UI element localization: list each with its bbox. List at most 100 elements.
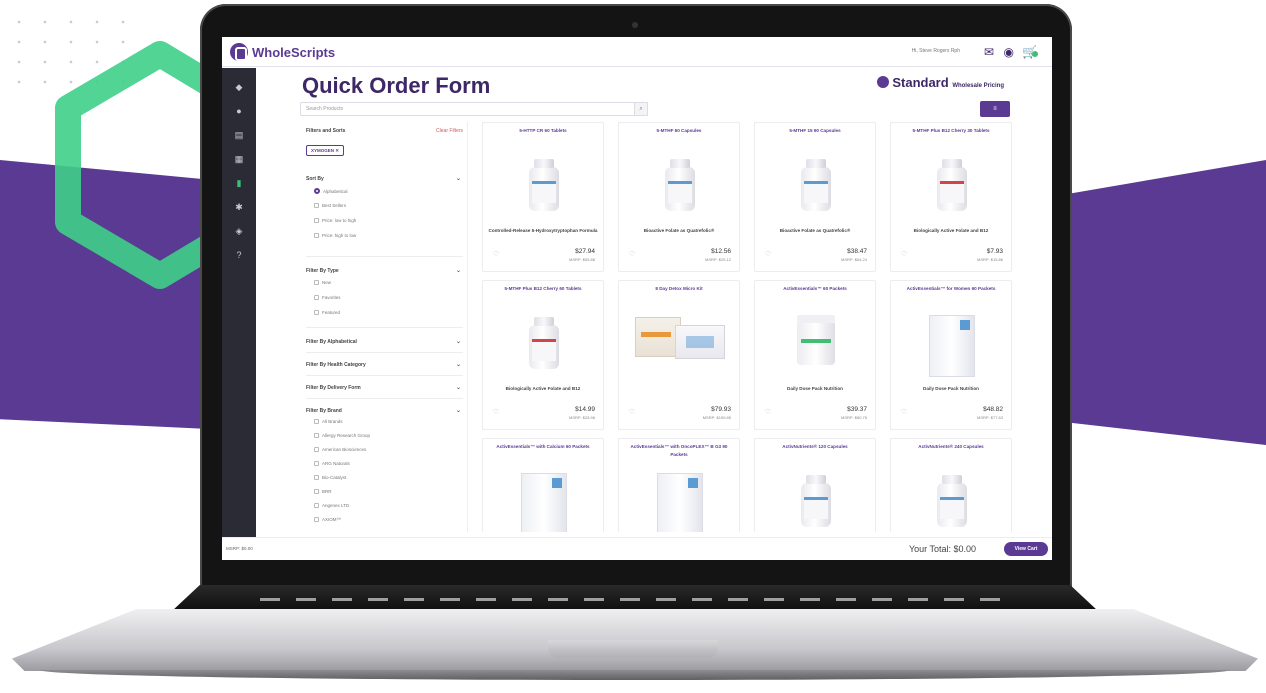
product-title[interactable]: 5-MTHF Plus B12 Cherry 30 Tablets xyxy=(895,127,1007,135)
chevron-down-icon[interactable]: ⌄ xyxy=(456,407,461,414)
brand-filter-heading[interactable]: Filter By Brand ⌄ xyxy=(306,408,463,414)
product-description: Bioactive Folate as Quatrefolic® xyxy=(643,228,715,233)
product-image[interactable] xyxy=(801,159,831,211)
brand-name[interactable]: WholeScripts xyxy=(252,45,335,60)
sort-option[interactable]: Best Sellers xyxy=(314,203,346,208)
product-image[interactable] xyxy=(635,311,725,363)
product-title[interactable]: 5-MTHF 60 Capsules xyxy=(623,127,735,135)
sort-option[interactable]: Alphabetical xyxy=(314,188,348,194)
product-grid: 5-HTTP CR 60 Tablets Controlled-Release 5… xyxy=(482,122,1014,532)
user-icon[interactable]: ● xyxy=(234,106,244,116)
product-title[interactable]: ActivEssentials™ with Calcium 60 Packets xyxy=(487,443,599,451)
product-image[interactable] xyxy=(937,159,967,211)
type-option[interactable]: Favorites xyxy=(314,295,341,300)
chevron-down-icon[interactable]: ⌄ xyxy=(456,384,461,391)
product-image[interactable] xyxy=(529,159,559,211)
chevron-down-icon[interactable]: ⌄ xyxy=(456,175,461,182)
product-title[interactable]: ActivEssentials™ 60 Packets xyxy=(759,285,871,293)
user-account-icon[interactable]: ◉ xyxy=(1004,45,1014,59)
document-icon[interactable]: ▤ xyxy=(234,130,244,141)
brand-option[interactable]: Angenex LTD xyxy=(314,503,349,508)
mail-icon[interactable]: ✉ xyxy=(984,45,994,59)
product-card[interactable]: ActivEssentials™ with Calcium 60 Packets xyxy=(482,438,604,532)
chevron-down-icon[interactable]: ⌄ xyxy=(456,338,461,345)
favorite-heart-icon[interactable]: ♡ xyxy=(901,250,907,258)
brand-option[interactable]: BRR xyxy=(314,489,332,494)
alphabetical-filter-label: Filter By Alphabetical xyxy=(306,339,357,345)
type-option[interactable]: Featured xyxy=(314,310,340,315)
dashboard-icon[interactable]: ◆ xyxy=(234,82,244,93)
checkbox-icon xyxy=(314,447,319,452)
product-title[interactable]: ActivEssentials™ with OncoPLEX™ B G3 90 … xyxy=(623,443,735,459)
product-image[interactable] xyxy=(657,473,703,532)
favorite-heart-icon[interactable]: ♡ xyxy=(765,408,771,416)
brand-option[interactable]: All Brands xyxy=(314,419,343,424)
checkbox-icon xyxy=(314,218,319,223)
product-card[interactable]: ActivEssentials™ with OncoPLEX™ B G3 90 … xyxy=(618,438,740,532)
brand-option[interactable]: ARG Naturals xyxy=(314,461,350,466)
active-filter-chip[interactable]: XYMOGEN ✕ xyxy=(306,145,345,156)
product-image[interactable] xyxy=(801,475,831,527)
product-title[interactable]: ActivEssentials™ for Women 60 Packets xyxy=(895,285,1007,293)
product-card[interactable]: ActivEssentials™ for Women 60 Packets Dai… xyxy=(890,280,1012,430)
settings-icon[interactable]: ✱ xyxy=(234,202,244,213)
product-title[interactable]: ActivNutrients® 120 Capsules xyxy=(759,443,871,451)
product-card[interactable]: 8 Day Detox Micro Kit ♡ $79.93 MSRP: $159.8… xyxy=(618,280,740,430)
product-title[interactable]: 8 Day Detox Micro Kit xyxy=(623,285,735,293)
sort-option[interactable]: Price: low to high xyxy=(314,218,356,223)
tag-icon[interactable]: ◈ xyxy=(234,226,244,237)
list-view-icon[interactable]: ≡ xyxy=(981,102,1009,116)
favorite-heart-icon[interactable]: ♡ xyxy=(493,408,499,416)
alphabetical-filter-heading[interactable]: Filter By Alphabetical ⌄ xyxy=(306,339,463,345)
user-greeting[interactable]: Hi, Steve Rogers Rph xyxy=(912,48,960,54)
health-category-filter-heading[interactable]: Filter By Health Category ⌄ xyxy=(306,362,463,368)
supplement-icon[interactable]: ▮ xyxy=(234,178,244,189)
product-image[interactable] xyxy=(521,473,567,532)
inbox-icon[interactable]: ▦ xyxy=(234,154,244,165)
chevron-down-icon[interactable]: ⌄ xyxy=(456,267,461,274)
sort-option-label: Price: high to low xyxy=(322,233,357,238)
search-input[interactable]: Search Products xyxy=(300,102,644,116)
chevron-down-icon[interactable]: ⌄ xyxy=(456,361,461,368)
product-image[interactable] xyxy=(665,159,695,211)
favorite-heart-icon[interactable]: ♡ xyxy=(629,408,635,416)
product-card[interactable]: 5-MTHF 60 Capsules Bioactive Folate as Qu… xyxy=(618,122,740,272)
product-card[interactable]: ActivEssentials™ 60 Packets Daily Dose Pa… xyxy=(754,280,876,430)
product-card[interactable]: ActivNutrients® 240 Capsules xyxy=(890,438,1012,532)
brand-logo-icon[interactable] xyxy=(230,43,248,61)
brand-option[interactable]: Bio-Catalyst xyxy=(314,475,346,480)
clear-filters-link[interactable]: Clear Filters xyxy=(436,128,463,134)
product-image[interactable] xyxy=(797,315,835,365)
favorite-heart-icon[interactable]: ♡ xyxy=(765,250,771,258)
product-price: $7.93 xyxy=(986,248,1003,255)
delivery-form-filter-heading[interactable]: Filter By Delivery Form ⌄ xyxy=(306,385,463,391)
favorite-heart-icon[interactable]: ♡ xyxy=(493,250,499,258)
product-image[interactable] xyxy=(929,315,975,377)
sort-option[interactable]: Price: high to low xyxy=(314,233,356,238)
product-card[interactable]: 5-HTTP CR 60 Tablets Controlled-Release 5… xyxy=(482,122,604,272)
product-image[interactable] xyxy=(529,317,559,369)
favorite-heart-icon[interactable]: ♡ xyxy=(629,250,635,258)
product-card[interactable]: 5-MTHF Plus B12 Cherry 60 Tablets Biologi… xyxy=(482,280,604,430)
brand-option[interactable]: American Biosciences xyxy=(314,447,366,452)
product-title[interactable]: 5-MTHF 15 90 Capsules xyxy=(759,127,871,135)
product-card[interactable]: ActivNutrients® 120 Capsules xyxy=(754,438,876,532)
cart-icon[interactable]: 🛒 xyxy=(1022,45,1040,59)
type-option[interactable]: New xyxy=(314,280,331,285)
search-icon[interactable]: ⌕ xyxy=(634,102,648,116)
help-icon[interactable]: ? xyxy=(234,250,244,260)
brand-option[interactable]: AXIOM™ xyxy=(314,517,341,522)
sort-by-heading[interactable]: Sort By ⌄ xyxy=(306,176,463,182)
product-title[interactable]: ActivNutrients® 240 Capsules xyxy=(895,443,1007,451)
product-title[interactable]: 5-HTTP CR 60 Tablets xyxy=(487,127,599,135)
product-card[interactable]: 5-MTHF Plus B12 Cherry 30 Tablets Biologi… xyxy=(890,122,1012,272)
view-cart-button[interactable]: View Cart xyxy=(1004,542,1048,556)
product-price: $12.56 xyxy=(711,248,731,255)
product-image[interactable] xyxy=(937,475,967,527)
favorite-heart-icon[interactable]: ♡ xyxy=(901,408,907,416)
brand-option[interactable]: Allergy Research Group xyxy=(314,433,370,438)
product-title[interactable]: 5-MTHF Plus B12 Cherry 60 Tablets xyxy=(487,285,599,293)
sort-option-label: Best Sellers xyxy=(322,203,347,208)
type-filter-heading[interactable]: Filter By Type ⌄ xyxy=(306,268,463,274)
product-card[interactable]: 5-MTHF 15 90 Capsules Bioactive Folate as… xyxy=(754,122,876,272)
